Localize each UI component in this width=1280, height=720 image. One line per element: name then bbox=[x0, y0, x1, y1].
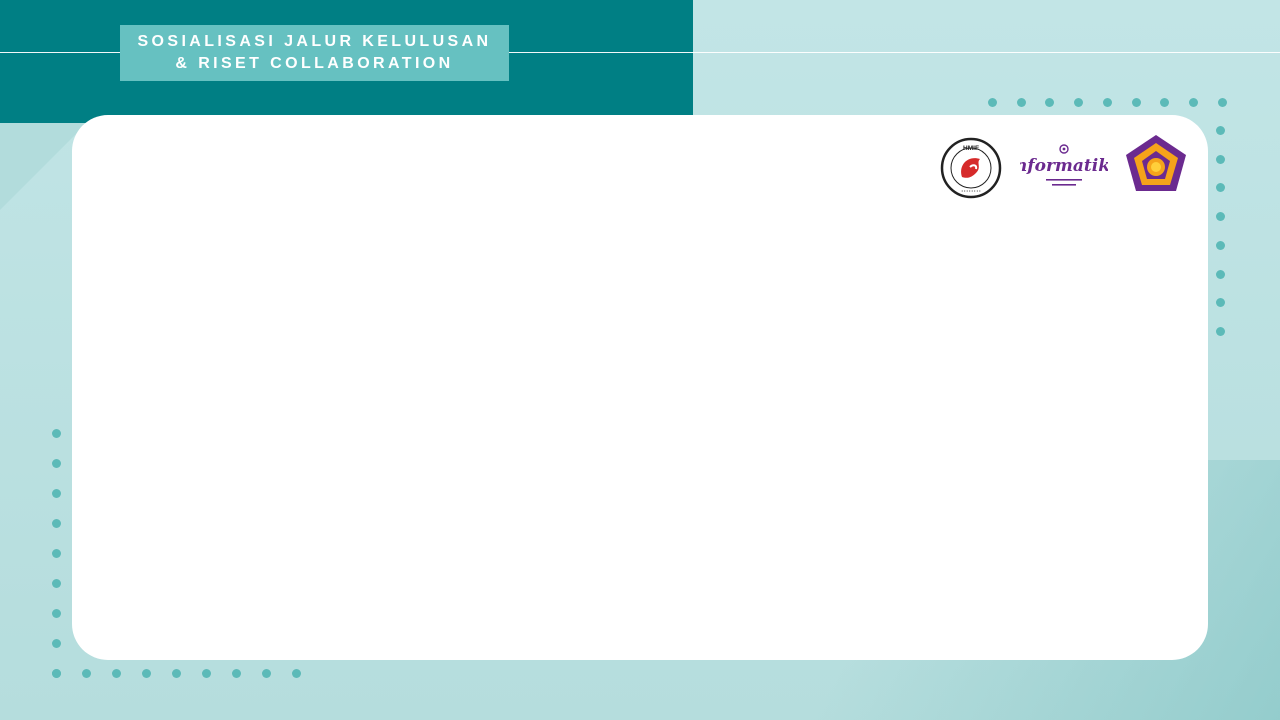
decorative-dot bbox=[1216, 154, 1225, 164]
informatika-logo-text: Informatika bbox=[1020, 156, 1108, 176]
decorative-dot bbox=[52, 639, 61, 648]
decorative-dot bbox=[232, 669, 241, 678]
svg-text:• • • • • • • •: • • • • • • • • bbox=[962, 188, 982, 193]
decorative-dot bbox=[292, 669, 301, 678]
decorative-dot bbox=[1102, 98, 1112, 107]
decorative-dot bbox=[52, 609, 61, 618]
decorative-dot bbox=[262, 669, 271, 678]
decorative-dot bbox=[52, 579, 61, 588]
slide-title-line-1: SOSIALISASI JALUR KELULUSAN bbox=[137, 33, 492, 50]
decorative-dot bbox=[52, 459, 61, 468]
decorative-dot bbox=[52, 669, 61, 678]
decorative-dot bbox=[1016, 98, 1026, 107]
decorative-dot bbox=[142, 669, 151, 678]
decorative-dot bbox=[52, 519, 61, 528]
decorative-dot bbox=[1131, 98, 1141, 107]
informatika-logo-icon: Informatika bbox=[1020, 144, 1108, 186]
decorative-dot bbox=[1216, 269, 1225, 279]
slide-title-line-2: & RISET COLLABORATION bbox=[175, 55, 454, 72]
slide-title-box: SOSIALISASI JALUR KELULUSAN & RISET COLL… bbox=[120, 25, 509, 81]
decorative-dot bbox=[112, 669, 121, 678]
logo-strip: HMIF • • • • • • • • Informatika bbox=[940, 133, 1190, 199]
decorative-dot bbox=[172, 669, 181, 678]
decorative-dot bbox=[988, 98, 997, 107]
decorative-dot bbox=[1216, 240, 1225, 250]
decorative-dot bbox=[52, 549, 61, 558]
decorative-dot bbox=[82, 669, 91, 678]
decorative-dot bbox=[52, 489, 61, 498]
decorative-dot bbox=[1217, 98, 1227, 107]
decorative-dot bbox=[202, 669, 211, 678]
decorative-dot bbox=[52, 429, 61, 438]
hmif-ring-text: HMIF bbox=[963, 145, 979, 152]
decorative-dot bbox=[1188, 98, 1198, 107]
decorative-dot bbox=[1216, 126, 1225, 135]
decorative-dot bbox=[1216, 326, 1225, 336]
university-emblem-icon bbox=[1126, 135, 1186, 191]
hmif-logo-icon: HMIF • • • • • • • • bbox=[940, 137, 1002, 199]
